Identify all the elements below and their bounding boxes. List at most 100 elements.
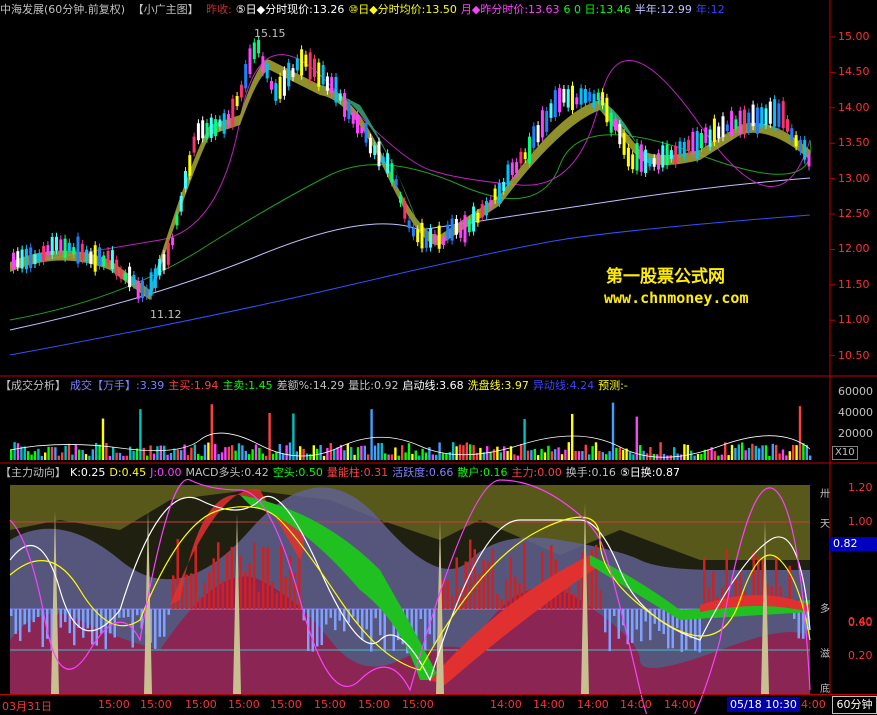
- volume-bar: [169, 452, 173, 460]
- candle-body: [98, 247, 101, 266]
- candle-body: [781, 101, 785, 129]
- volume-header-item-3: 主卖:1.45: [222, 379, 273, 392]
- candle-body: [687, 139, 691, 151]
- volume-bar: [550, 451, 553, 460]
- candle-body: [321, 64, 325, 85]
- volume-bar: [775, 444, 778, 460]
- volume-bar: [489, 451, 492, 460]
- template-name[interactable]: 【小广主图】: [133, 3, 199, 16]
- macd-bar: [496, 594, 499, 609]
- volume-bar: [360, 445, 363, 460]
- indicator-header-item-5: 空头:0.50: [272, 466, 323, 479]
- time-tick-label: 14:00: [533, 698, 565, 711]
- indicator-background: [10, 485, 810, 694]
- volume-bar: [105, 443, 108, 460]
- watermark-url: www.chnmoney.com: [604, 289, 749, 307]
- macd-bar: [208, 572, 211, 609]
- candle-body: [661, 145, 665, 168]
- candle-body: [480, 203, 484, 218]
- period-selector[interactable]: 60分钟: [832, 696, 877, 714]
- volume-bar: [16, 443, 20, 460]
- volume-bar: [564, 449, 567, 460]
- macd-bar: [185, 574, 188, 609]
- macd-bar: [284, 576, 287, 609]
- candle-body: [175, 215, 179, 226]
- volume-bar: [713, 451, 717, 460]
- volume-bar: [533, 448, 536, 460]
- volume-bar: [101, 418, 105, 460]
- volume-bar: [380, 442, 383, 460]
- macd-bar: [595, 544, 598, 609]
- volume-bar: [679, 454, 683, 460]
- volume-bar: [237, 443, 241, 460]
- candle-body: [407, 220, 411, 229]
- cursor-value-badge: 0.82: [829, 537, 877, 551]
- volume-bar: [401, 445, 404, 460]
- stock-title[interactable]: 中海发展(60分钟.前复权): [0, 3, 125, 16]
- time-tick-label: 15:00: [140, 698, 172, 711]
- volume-bar: [115, 452, 118, 460]
- volume-bar: [747, 447, 751, 460]
- macd-bar: [19, 609, 22, 641]
- volume-bar: [499, 452, 502, 460]
- candle-body: [575, 97, 579, 105]
- candle-body: [67, 242, 71, 252]
- candle-body: [282, 70, 286, 96]
- volume-bar: [649, 446, 652, 460]
- candle-body: [764, 108, 768, 126]
- volume-bar: [397, 455, 400, 460]
- volume-bar: [387, 454, 390, 460]
- candle-body: [738, 110, 742, 134]
- volume-bar: [353, 454, 356, 460]
- candle-body: [588, 92, 592, 102]
- macd-bar: [640, 609, 643, 642]
- candle-body: [790, 128, 794, 141]
- volume-bar: [431, 454, 434, 460]
- candle-body: [725, 124, 729, 132]
- candle-body: [166, 243, 170, 265]
- volume-bar: [241, 445, 244, 460]
- macd-bar: [28, 609, 31, 633]
- macd-bar: [325, 609, 328, 625]
- macd-bar: [172, 575, 175, 609]
- candle-body: [674, 145, 678, 165]
- volume-bar: [523, 419, 526, 460]
- macd-bar: [482, 560, 485, 609]
- macd-bar: [703, 557, 706, 609]
- chart-canvas[interactable]: [0, 0, 877, 714]
- macd-bar: [334, 609, 337, 631]
- price-tick-label: 14.50: [838, 65, 870, 79]
- volume-bar: [404, 452, 407, 460]
- volume-bar: [132, 450, 135, 460]
- candle-body: [29, 247, 33, 269]
- candle-body: [270, 80, 273, 90]
- volume-bar: [78, 449, 81, 460]
- candle-body: [50, 236, 54, 255]
- candle-body: [85, 249, 89, 262]
- volume-header-item-2: 主买:1.94: [168, 379, 219, 392]
- candle-body: [24, 248, 28, 270]
- candle-body: [76, 236, 80, 264]
- candle-body: [399, 195, 402, 203]
- volume-bar: [516, 455, 519, 460]
- volume-bar: [356, 447, 360, 460]
- volume-bar: [186, 455, 190, 460]
- price-tick-label: 13.00: [838, 171, 870, 185]
- main-chart-header: 中海发展(60分钟.前复权) 【小广主图】 昨收: ⑤日◆分时现价:13.26 ⑩日…: [0, 2, 830, 18]
- candle-body: [678, 141, 682, 154]
- volume-bar: [285, 445, 288, 460]
- candle-body: [411, 227, 415, 237]
- volume-bar: [180, 450, 183, 460]
- volume-bar: [193, 444, 196, 460]
- indicator-header-item-4: MACD多头:0.42: [185, 466, 269, 479]
- volume-bar: [118, 452, 122, 460]
- volume-bar: [798, 406, 802, 460]
- volume-bar: [628, 452, 632, 460]
- volume-bar: [751, 443, 754, 460]
- price-axis-ticks: [830, 36, 835, 357]
- candle-body: [665, 144, 669, 166]
- candle-body: [209, 117, 213, 138]
- volume-bar: [571, 413, 574, 460]
- candle-body: [519, 151, 523, 164]
- macd-bar: [374, 609, 377, 619]
